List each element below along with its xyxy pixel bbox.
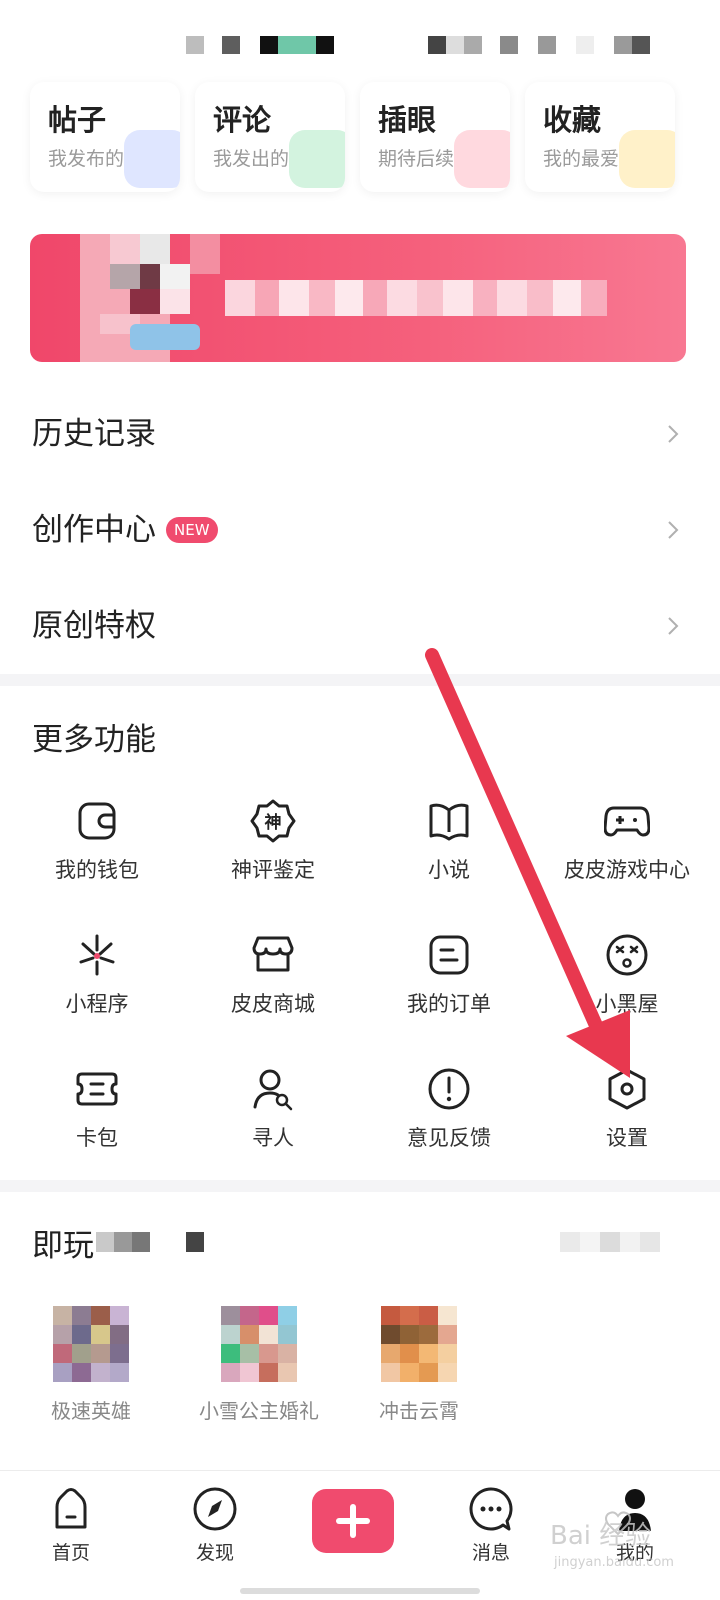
function-shen-review[interactable]: 神 神评鉴定	[184, 798, 362, 898]
quick-cards: 帖子 我发布的 评论 我发出的 插眼 期待后续 收藏 我的最爱	[30, 82, 690, 192]
function-wallet[interactable]: 我的钱包	[8, 798, 186, 898]
card-bookmarks-eye[interactable]: 插眼 期待后续	[360, 82, 510, 192]
card-subtitle: 我的最爱	[543, 148, 620, 170]
card-posts[interactable]: 帖子 我发布的	[30, 82, 180, 192]
wallet-icon	[78, 802, 116, 840]
function-label: 皮皮游戏中心	[564, 858, 690, 882]
banner-text-blurred	[225, 280, 607, 316]
function-label: 我的钱包	[55, 858, 139, 882]
home-icon	[55, 1488, 87, 1529]
function-label: 小说	[428, 858, 470, 882]
shen-badge-icon: 神	[250, 799, 296, 843]
function-label: 卡包	[76, 1126, 118, 1150]
compass-icon	[193, 1487, 237, 1531]
game-name: 小雪公主婚礼	[199, 1399, 319, 1423]
settings-icon	[608, 1068, 646, 1110]
card-subtitle: 期待后续	[378, 148, 455, 170]
nav-label: 发现	[195, 1542, 234, 1564]
baidu-jingyan-watermark: Bai 经验 jingyan.baidu.com	[550, 1511, 674, 1570]
game-item[interactable]: 小雪公主婚礼	[184, 1306, 334, 1424]
function-label: 神评鉴定	[231, 858, 315, 882]
function-orders[interactable]: 我的订单	[360, 932, 538, 1032]
card-title: 收藏	[543, 103, 602, 137]
create-post-button[interactable]	[312, 1489, 394, 1553]
nav-label: 消息	[471, 1542, 510, 1564]
menu-original-privilege[interactable]: 原创特权	[0, 578, 720, 674]
feedback-icon	[428, 1068, 470, 1110]
message-icon	[469, 1487, 513, 1531]
instant-play-title-blurred	[96, 1232, 204, 1252]
card-subtitle: 我发出的	[213, 148, 290, 170]
nav-discover[interactable]: 发现	[160, 1485, 270, 1565]
game-item[interactable]: 极速英雄	[16, 1306, 166, 1424]
function-blackroom[interactable]: 小黑屋	[538, 932, 716, 1032]
chevron-right-icon	[668, 521, 679, 539]
function-card-pack[interactable]: 卡包	[8, 1066, 186, 1166]
card-subtitle: 我发布的	[48, 148, 125, 170]
nav-home[interactable]: 首页	[16, 1485, 126, 1565]
instant-play-more-blurred[interactable]	[560, 1232, 660, 1252]
history-label: 历史记录	[32, 416, 156, 452]
find-person-icon	[253, 1069, 293, 1111]
section-divider	[0, 1180, 720, 1192]
instant-play-title: 即玩	[32, 1228, 94, 1264]
function-find-person[interactable]: 寻人	[184, 1066, 362, 1166]
function-label: 小黑屋	[595, 992, 659, 1016]
card-comments[interactable]: 评论 我发出的	[195, 82, 345, 192]
menu-creation-center[interactable]: 创作中心 NEW	[0, 482, 720, 578]
nav-messages[interactable]: 消息	[436, 1485, 546, 1565]
new-badge: NEW	[166, 517, 218, 543]
plus-icon	[336, 1504, 370, 1538]
game-name: 冲击云霄	[379, 1399, 459, 1423]
card-pack-icon	[76, 1072, 118, 1106]
function-novel[interactable]: 小说	[360, 798, 538, 898]
banner-illustration	[80, 234, 220, 362]
function-label: 寻人	[252, 1126, 294, 1150]
book-icon	[429, 803, 469, 841]
creation-center-label: 创作中心	[32, 512, 156, 548]
promo-banner[interactable]	[30, 234, 686, 362]
home-indicator	[240, 1588, 480, 1594]
svg-text:jingyan.baidu.com: jingyan.baidu.com	[553, 1555, 674, 1570]
function-feedback[interactable]: 意见反馈	[360, 1066, 538, 1166]
game-icon	[381, 1306, 457, 1382]
function-label: 意见反馈	[407, 1126, 491, 1150]
card-favorites[interactable]: 收藏 我的最爱	[525, 82, 675, 192]
function-mini-program[interactable]: 小程序	[8, 932, 186, 1032]
store-icon	[252, 936, 294, 972]
game-icon	[53, 1306, 129, 1382]
game-icon	[221, 1306, 297, 1382]
nav-label: 首页	[51, 1542, 90, 1564]
order-icon	[429, 935, 469, 975]
chevron-right-icon	[668, 425, 679, 443]
function-label: 皮皮商城	[231, 992, 315, 1016]
card-title: 帖子	[48, 103, 107, 137]
svg-text:Bai 经验: Bai 经验	[550, 1521, 651, 1551]
gamepad-icon	[604, 806, 650, 837]
game-item[interactable]: 冲击云霄	[344, 1306, 494, 1424]
chevron-right-icon	[668, 617, 679, 635]
function-game-center[interactable]: 皮皮游戏中心	[538, 798, 716, 898]
function-store[interactable]: 皮皮商城	[184, 932, 362, 1032]
function-label: 小程序	[65, 992, 129, 1016]
mini-program-icon	[79, 934, 115, 976]
function-settings[interactable]: 设置	[538, 1066, 716, 1166]
original-privilege-label: 原创特权	[32, 608, 156, 644]
status-bar-blurred	[186, 36, 650, 54]
more-functions-title: 更多功能	[32, 722, 156, 758]
card-title: 插眼	[378, 103, 437, 137]
function-label: 设置	[606, 1126, 648, 1150]
section-divider	[0, 674, 720, 686]
menu-history[interactable]: 历史记录	[0, 386, 720, 482]
dizzy-face-icon	[606, 934, 648, 976]
game-name: 极速英雄	[51, 1399, 131, 1423]
svg-text:神: 神	[265, 812, 282, 833]
function-label: 我的订单	[407, 992, 491, 1016]
card-title: 评论	[213, 103, 272, 137]
